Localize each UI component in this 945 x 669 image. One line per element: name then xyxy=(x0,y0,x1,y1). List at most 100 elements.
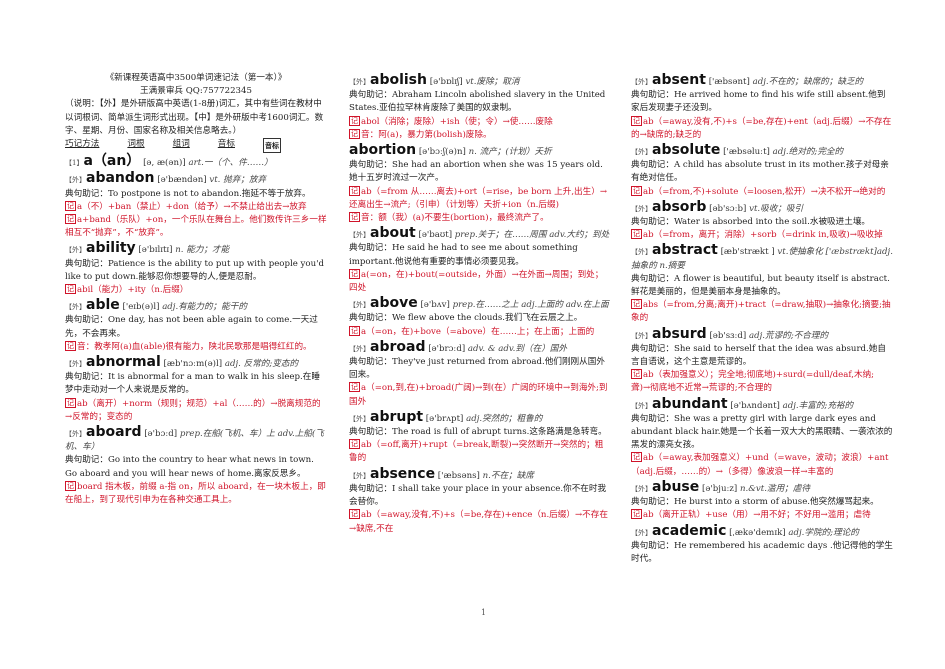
entry-head: 【外】absurd [əb'sɜːd] adj.荒谬的;不合理的 xyxy=(631,325,893,343)
example-sentence: 典句助记：A child has absolute trust in its m… xyxy=(631,160,889,184)
headword: abstract xyxy=(652,242,718,259)
word-entry: 【外】abuse [ə'bjuːz] n.&vt.滥用；虐待 典句助记：He bu… xyxy=(631,480,893,523)
memo-icon: 记 xyxy=(65,284,76,295)
entry-head: 【外】abuse [ə'bjuːz] n.&vt.滥用；虐待 xyxy=(631,480,893,496)
memory-tip: 记 ab（=away,表加强意义）+und（=wave，波动；波浪）+ant（ad… xyxy=(631,452,893,478)
phonetic: [ə'brʌpt] xyxy=(425,413,464,424)
word-entry: 【外】above [ə'bʌv] prep.在……之上 adj.上面的 adv.… xyxy=(349,296,611,339)
part-of-speech: adj.突然的；粗鲁的 xyxy=(466,413,543,424)
memory-tip-text: ab（=from，离开；消除）+sorb（=drink in,吸收)→吸收掉 xyxy=(643,230,883,241)
memory-tip: 记 ab（=from,不)+solute（=loosen,松开）→决不松开→绝对的 xyxy=(631,185,893,199)
part-of-speech: adj.学院的;理论的 xyxy=(788,527,859,538)
example-sentence: 典句助记：He burst into a storm of abuse.他突然爆… xyxy=(631,497,879,508)
memory-tip-text: a+band（乐队）+on，一个乐队在舞台上。他们数传许三乡一样相互不“抛弃”，… xyxy=(65,215,327,239)
memo-icon: 记 xyxy=(631,509,642,520)
entry-number: 【外】 xyxy=(631,148,652,157)
part-of-speech: adj.荒谬的;不合理的 xyxy=(749,330,829,341)
entry-number: 【外】 xyxy=(631,484,652,493)
phonetic: ['æbsənt] xyxy=(708,77,750,87)
word-entry: 【外】abstract [æb'strækt ] vt.使抽象化 ['æbstr… xyxy=(631,242,893,325)
phonetic: [ˌækə'demɪk] xyxy=(729,527,786,538)
example-sentence: 典句助记：It is abnormal for a man to walk in… xyxy=(65,372,320,396)
phonetic: [ə'brɔːd] xyxy=(428,343,466,354)
entry-number: 【外】 xyxy=(631,528,652,537)
memory-tip: 记 ab（=from，离开；消除）+sorb（=drink in,吸收)→吸收掉 xyxy=(631,229,893,242)
memory-tip: 记 abil（能力）+ity（n.后缀） xyxy=(65,284,327,297)
legend: 巧记方法 词根 组词 音标 音标 xyxy=(65,138,327,154)
memo-icon: 记 xyxy=(631,369,642,380)
memory-tip: 记 board 指木板，前缀 a-指 on，所以 aboard，在一块木板上，即在… xyxy=(65,480,327,507)
word-entry: 【外】abroad [ə'brɔːd] adv. & adv.到（在）国外 典句助… xyxy=(349,340,611,409)
memo-icon: 记 xyxy=(349,439,360,450)
example-sentence: 典句助记：Water is absorbed into the soil.水被吸… xyxy=(631,217,871,228)
memory-tip: 记 ab（离开）+norm（规则；规范）+al（……的）→脱离规范的→反常的；变态… xyxy=(65,397,327,424)
example-sentence: 典句助记：She had an abortion when she was 15… xyxy=(349,160,603,184)
phonetic: [ə'bʌndənt] xyxy=(730,400,780,411)
entry-head: 【外】about [ə'baʊt] prep.关于；在……周围 adv.大约；到… xyxy=(349,225,611,242)
memory-tip: 记 a（=on，在)+bove（=above）在……上；在上面；上面的 xyxy=(349,325,611,339)
memory-tip-text: a（=on，在)+bove（=above）在……上；在上面；上面的 xyxy=(361,326,595,337)
headword: about xyxy=(370,225,416,242)
example-sentence: 典句助记：The road is full of abrupt turns.这条… xyxy=(349,427,607,438)
memory-tip: 记 ab（=away,没有,不)+s（=be,存在)+ent（adj.后缀）→不存… xyxy=(631,115,893,142)
memo-icon: 记 xyxy=(349,185,360,196)
headword: able xyxy=(86,297,120,314)
author-line: 王满景审兵 QQ:757722345 xyxy=(140,86,252,97)
word-entry: 【外】absence ['æbsəns] n.不在；缺席 典句助记：I shall… xyxy=(349,467,611,536)
memory-tip-text: ab（=off,离开)+rupt（=break,断裂)→突然断开→突然的；粗鲁的 xyxy=(349,440,604,464)
memo-icon: 记 xyxy=(349,382,360,393)
memory-tip-text: ab（离开）+norm（规则；规范）+al（……的）→脱离规范的→反常的；变态的 xyxy=(65,398,321,422)
example-sentence: 典句助记：A flower is beautiful, but beauty i… xyxy=(631,273,890,298)
example-sentence: 典句助记：I shall take your place in your abs… xyxy=(349,483,607,508)
part-of-speech: vt. 抛弃；放弃 xyxy=(209,175,267,186)
entry-head: 【外】above [ə'bʌv] prep.在……之上 adj.上面的 adv.… xyxy=(349,296,611,312)
memory-tip-text: 音：额（我）(a)不要生(bortion)，最终流产了。 xyxy=(361,213,549,224)
memory-tip: 记 a（不）+ban（禁止）+don（给予）→不禁止给出去→放弃 xyxy=(65,200,327,214)
entry-head: 【外】absolute ['æbsəluːt] adj.绝对的;完全的 xyxy=(631,142,893,159)
word-entry: 【外】abandon [ə'bændən] vt. 抛弃；放弃 典句助记：To p… xyxy=(65,170,327,240)
part-of-speech: n.不在；缺席 xyxy=(482,470,534,481)
word-entry: 【外】abrupt [ə'brʌpt] adj.突然的；粗鲁的 典句助记：The … xyxy=(349,410,611,466)
example-sentence: 典句助记：Go into the country to hear what ne… xyxy=(65,455,314,479)
phonetic: ['æbsəns] xyxy=(437,470,480,481)
phonetic: [ə'bɪlɪtɪ] xyxy=(138,245,173,256)
memory-tip-text: a（=on,到,在)+broad(广阔)→到(在）广阔的环境中→到海外;到国外 xyxy=(349,383,608,407)
memory-tip-text: ab（=away,表加强意义）+und（=wave，波动；波浪）+ant（adj… xyxy=(631,453,889,477)
memo-icon: 记 xyxy=(349,212,360,223)
memory-tip: 记音：额（我）(a)不要生(bortion)，最终流产了。 xyxy=(349,212,611,225)
example-sentence: 典句助记：He arrived home to find his wife st… xyxy=(631,90,886,114)
memo-icon: 记 xyxy=(631,452,642,463)
memory-tip-text: abs（=from,分离;离开)+tract（=draw,抽取)→抽象化;摘要;… xyxy=(631,300,891,324)
word-entry: 【外】absolute ['æbsəluːt] adj.绝对的;完全的 典句助记：… xyxy=(631,142,893,199)
memory-tip: 记 ab（离开正轨）+use（用）→用不好；不好用→滥用；虐待 xyxy=(631,509,893,522)
part-of-speech: prep.在……之上 adj.上面的 adv.在上面 xyxy=(452,300,609,311)
memory-tip: 记音：阿(a)，暴力第(bolish)废除。 xyxy=(349,128,611,142)
column-2: 【外】abolish [ə'bɒlɪʃ] vt.废除；取消 典句助记：Abraha… xyxy=(349,72,611,536)
phonetic: [ə, æ(ən)] xyxy=(143,158,186,169)
headword: abandon xyxy=(86,170,155,187)
entry-head: 【外】able ['eɪb(ə)l] adj.有能力的；能干的 xyxy=(65,297,327,314)
example-sentence: 典句助记：One day, has not been able again to… xyxy=(65,315,318,339)
phonetic: ['æbsəluːt] xyxy=(723,147,770,158)
headword: absurd xyxy=(652,325,707,342)
entry-head: 【外】abandon [ə'bændən] vt. 抛弃；放弃 xyxy=(65,170,327,187)
example-sentence: 典句助记：He remembered his academic days .他记… xyxy=(631,540,893,564)
entry-number: 【外】 xyxy=(631,204,652,213)
entry-head: 【外】abroad [ə'brɔːd] adv. & adv.到（在）国外 xyxy=(349,340,611,356)
entry-number: 【外】 xyxy=(631,331,652,340)
memory-tip-text: ab（表加强意义）；完全地;彻底地)+surd(=dull/deaf,木纳;聋)… xyxy=(631,370,875,394)
entry-head: 【外】ability [ə'bɪlɪtɪ] n. 能力；才能 xyxy=(65,241,327,257)
column-1-entries: 【1】a（an） [ə, æ(ən)] art.一（个、件……） 【外】aband… xyxy=(65,154,327,507)
entry-number: 【外】 xyxy=(349,231,370,240)
memo-icon: 记 xyxy=(349,268,360,279)
headword: absolute xyxy=(652,142,721,159)
memory-tip: 记 ab（=away,没有,不)+s（=be,存在)+ence（n.后缀）→不存在… xyxy=(349,509,611,535)
phonetic: [ə'bɔːʃ(ə)n] xyxy=(418,147,466,158)
word-entry: 【外】able ['eɪb(ə)l] adj.有能力的；能干的 典句助记：One … xyxy=(65,297,327,354)
entry-number: 【外】 xyxy=(631,248,652,257)
entry-number: 【外】 xyxy=(349,471,370,480)
phonetic: [ə'bɔːd] xyxy=(144,429,178,440)
part-of-speech: adj.不在的；缺席的；缺乏的 xyxy=(752,77,864,87)
memo-icon: 记 xyxy=(65,214,76,225)
phonetic: [əb'sɜːd] xyxy=(709,330,747,341)
